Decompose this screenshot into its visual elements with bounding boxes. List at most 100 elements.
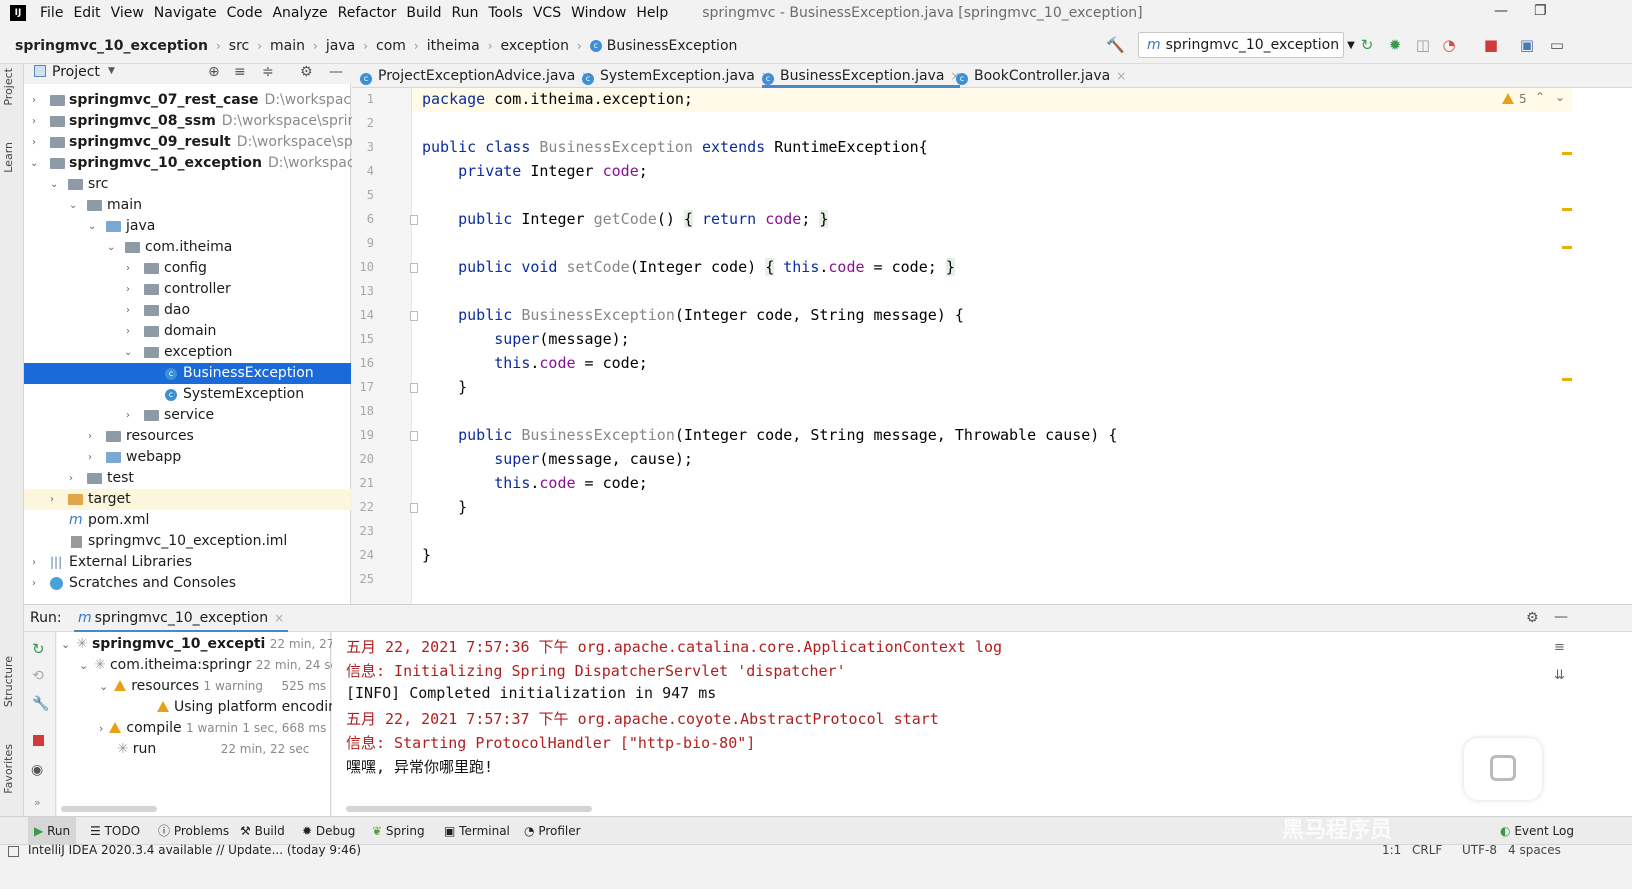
close-icon[interactable]: × <box>1116 69 1126 83</box>
chevron-right-icon[interactable]: › <box>69 468 79 489</box>
tree-item-service[interactable]: › service <box>24 405 351 426</box>
structure-side-tab[interactable]: Structure <box>2 656 15 707</box>
tree-item-springmvc-09[interactable]: › springmvc_09_result D:\workspace\spring… <box>24 132 394 153</box>
run-tab[interactable]: m springmvc_10_exception × <box>74 605 289 633</box>
scroll-to-end-icon[interactable]: ⇊ <box>1554 668 1565 683</box>
chevron-right-icon[interactable]: › <box>126 258 136 279</box>
favorites-side-tab[interactable]: Favorites <box>2 744 15 794</box>
menu-view[interactable]: View <box>111 5 144 21</box>
menu-navigate[interactable]: Navigate <box>154 5 217 21</box>
bottom-tab-build[interactable]: ⚒ Build <box>240 817 285 845</box>
collapse-all-icon[interactable]: ≑ <box>262 64 274 80</box>
fold-marker-icon[interactable] <box>410 503 418 513</box>
hammer-icon[interactable]: 🔨 <box>1106 36 1125 54</box>
menu-window[interactable]: Window <box>571 5 626 21</box>
fold-marker-icon[interactable] <box>410 263 418 273</box>
code-editor[interactable]: 5 ⌃ ⌄ 1 2 3 4 5 6 9 10 13 14 15 16 17 18… <box>352 88 1632 604</box>
bottom-tab-profiler[interactable]: ◔ Profiler <box>524 817 581 845</box>
rerun-failed-icon[interactable]: ⟲ <box>32 668 44 684</box>
menu-refactor[interactable]: Refactor <box>338 5 397 21</box>
tree-item-target[interactable]: › target <box>24 489 351 510</box>
tree-item-config[interactable]: › config <box>24 258 351 279</box>
menu-build[interactable]: Build <box>406 5 441 21</box>
run-tree-item[interactable]: › compile 1 warnin 1 sec, 668 ms <box>99 718 326 739</box>
breadcrumb-itheima[interactable]: itheima <box>427 38 480 54</box>
menu-vcs[interactable]: VCS <box>533 5 561 21</box>
fold-marker-icon[interactable] <box>410 215 418 225</box>
chevron-right-icon[interactable]: › <box>126 321 136 342</box>
tree-item-external-libraries[interactable]: › ||| External Libraries <box>24 552 351 573</box>
menu-analyze[interactable]: Analyze <box>272 5 327 21</box>
tab-book-controller[interactable]: c BookController.java × <box>956 64 1126 88</box>
tab-project-exception-advice[interactable]: cProjectExceptionAdvice.java× <box>360 64 591 88</box>
status-toggle-icon[interactable] <box>8 846 19 857</box>
stop-icon[interactable] <box>33 735 44 746</box>
tree-item-resources[interactable]: › resources <box>24 426 351 447</box>
bottom-tab-debug[interactable]: ✹ Debug <box>302 817 355 845</box>
tree-item-dao[interactable]: › dao <box>24 300 351 321</box>
chevron-down-icon[interactable]: ⌄ <box>61 638 70 651</box>
menu-file[interactable]: File <box>40 5 63 21</box>
stop-icon[interactable]: ■ <box>1482 36 1500 54</box>
profile-icon[interactable]: ◔ <box>1440 36 1458 54</box>
chevron-right-icon[interactable]: › <box>32 132 42 153</box>
fold-marker-icon[interactable] <box>410 383 418 393</box>
fold-marker-icon[interactable] <box>410 311 418 321</box>
tree-item-exception[interactable]: ⌄ exception <box>24 342 351 363</box>
inspection-widget[interactable]: 5 <box>1502 92 1527 106</box>
tree-item-iml[interactable]: springmvc_10_exception.iml <box>24 531 351 552</box>
chevron-down-icon[interactable]: ⌄ <box>69 195 79 216</box>
wrench-icon[interactable]: 🔧 <box>32 696 49 712</box>
rerun-icon[interactable]: ↻ <box>32 640 45 658</box>
tree-item-springmvc-10[interactable]: ⌄ springmvc_10_exception D:\workspace\spr <box>24 153 390 174</box>
menu-help[interactable]: Help <box>636 5 668 21</box>
debug-bug-icon[interactable]: ✹ <box>1386 36 1404 54</box>
chevron-right-icon[interactable]: › <box>126 279 136 300</box>
more-icon[interactable]: » <box>34 796 41 809</box>
fold-marker-icon[interactable] <box>410 431 418 441</box>
gear-icon[interactable]: ⚙ <box>1526 610 1539 626</box>
project-side-tab[interactable]: Project <box>2 68 15 106</box>
expand-all-icon[interactable]: ≡ <box>234 64 246 80</box>
menu-run[interactable]: Run <box>452 5 479 21</box>
tree-item-pom[interactable]: m pom.xml <box>24 510 351 531</box>
tree-item-com-itheima[interactable]: ⌄ com.itheima <box>24 237 351 258</box>
breadcrumb-project[interactable]: springmvc_10_exception <box>15 38 208 54</box>
tree-item-main[interactable]: ⌄ main <box>24 195 351 216</box>
hide-panel-icon[interactable]: — <box>1554 609 1568 625</box>
bottom-tab-spring[interactable]: ❦ Spring <box>372 817 425 845</box>
menu-edit[interactable]: Edit <box>73 5 100 21</box>
tree-item-controller[interactable]: › controller <box>24 279 351 300</box>
run-tree-item[interactable]: ✳ run 22 min, 22 sec <box>117 739 309 760</box>
chevron-right-icon[interactable]: › <box>88 447 98 468</box>
breadcrumb-src[interactable]: src <box>229 38 249 54</box>
chevron-down-icon[interactable]: ⌄ <box>88 216 98 237</box>
breadcrumb-java[interactable]: java <box>326 38 355 54</box>
chevron-down-icon[interactable]: ⌄ <box>99 680 108 693</box>
tree-item-domain[interactable]: › domain <box>24 321 351 342</box>
indent-setting[interactable]: 4 spaces <box>1508 843 1561 857</box>
run-console[interactable]: 五月 22, 2021 7:57:36 下午 org.apache.catali… <box>332 632 1632 816</box>
bottom-tab-run[interactable]: ▶ Run <box>28 817 77 845</box>
run-tree-item[interactable]: ⌄ resources 1 warning 525 ms <box>99 676 326 697</box>
run-tree-item[interactable]: ⌄ ✳ com.itheima:springr 22 min, 24 sec <box>79 655 344 676</box>
project-structure-icon[interactable]: ▣ <box>1518 36 1536 54</box>
chevron-up-icon[interactable]: ⌃ <box>1535 90 1545 104</box>
chevron-down-icon[interactable]: ⌄ <box>1555 90 1565 104</box>
tree-item-webapp[interactable]: › webapp <box>24 447 351 468</box>
tree-item-system-exception[interactable]: c SystemException <box>24 384 351 405</box>
chevron-right-icon[interactable]: › <box>32 552 42 573</box>
chevron-down-icon[interactable]: ⌄ <box>30 153 40 174</box>
run-tree-item[interactable]: ⌄ ✳ springmvc_10_excepti 22 min, 27 sec <box>61 634 358 655</box>
hide-panel-icon[interactable]: — <box>329 64 343 80</box>
chevron-down-icon[interactable]: ▼ <box>108 66 115 76</box>
layout-icon[interactable]: ▭ <box>1548 36 1566 54</box>
tree-item-springmvc-07[interactable]: › springmvc_07_rest_case D:\workspace\spr… <box>24 90 390 111</box>
tree-item-springmvc-08[interactable]: › springmvc_08_ssm D:\workspace\springmv <box>24 111 387 132</box>
bottom-tab-todo[interactable]: ☰ TODO <box>90 817 140 845</box>
learn-side-tab[interactable]: Learn <box>2 142 15 173</box>
rerun-icon[interactable]: ↻ <box>1358 36 1376 54</box>
eye-icon[interactable]: ◉ <box>31 762 43 778</box>
chevron-right-icon[interactable]: › <box>32 90 42 111</box>
soft-wrap-icon[interactable]: ≡ <box>1554 640 1565 655</box>
